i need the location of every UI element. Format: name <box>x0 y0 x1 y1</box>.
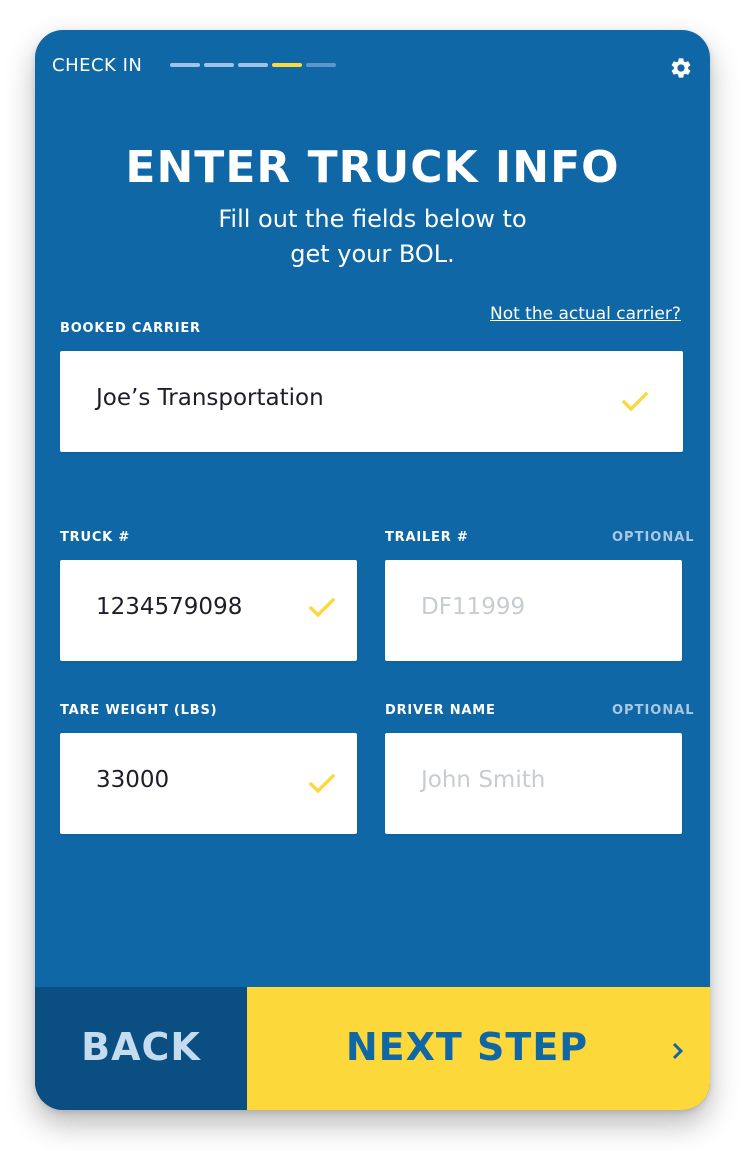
page-subtitle: Fill out the fields below to get your BO… <box>35 202 710 272</box>
next-step-button[interactable]: NEXT STEP <box>247 987 710 1110</box>
trailer-label: TRAILER # <box>385 530 469 545</box>
trailer-number-placeholder: DF11999 <box>421 594 526 620</box>
truck-label: TRUCK # <box>60 530 131 545</box>
trailer-optional-tag: OPTIONAL <box>612 530 695 545</box>
subtitle-line-1: Fill out the fields below to <box>218 205 527 233</box>
tare-weight-label: TARE WEIGHT (LBS) <box>60 703 218 718</box>
tare-weight-field[interactable]: 33000 <box>60 733 357 834</box>
truck-number-value: 1234579098 <box>96 594 243 620</box>
back-button-label: BACK <box>81 1025 201 1069</box>
driver-name-field[interactable]: John Smith <box>385 733 682 834</box>
progress-step-4 <box>272 63 302 67</box>
carrier-value: Joe’s Transportation <box>96 385 324 411</box>
truck-number-field[interactable]: 1234579098 <box>60 560 357 661</box>
top-bar: CHECK IN <box>35 30 710 102</box>
progress-step-2 <box>204 63 234 67</box>
back-button[interactable]: BACK <box>35 987 247 1110</box>
checkmark-icon <box>309 773 335 794</box>
gear-icon[interactable] <box>669 56 693 80</box>
driver-name-placeholder: John Smith <box>421 767 546 793</box>
page-title: ENTER TRUCK INFO <box>125 142 620 193</box>
progress-step-5 <box>306 63 336 67</box>
not-actual-carrier-link[interactable]: Not the actual carrier? <box>490 304 681 324</box>
driver-name-label: DRIVER NAME <box>385 703 496 718</box>
progress-step-1 <box>170 63 200 67</box>
progress-indicator <box>170 63 340 68</box>
chevron-right-icon <box>672 1042 684 1060</box>
carrier-label: BOOKED CARRIER <box>60 321 201 336</box>
header-title: CHECK IN <box>52 55 143 76</box>
footer-actions: BACK NEXT STEP <box>35 987 710 1110</box>
check-in-card: CHECK IN ENTER TRUCK INFO Fill out the f… <box>35 30 710 1110</box>
next-step-button-label: NEXT STEP <box>345 1025 589 1069</box>
trailer-number-field[interactable]: DF11999 <box>385 560 682 661</box>
tare-weight-value: 33000 <box>96 767 170 793</box>
checkmark-icon <box>622 391 648 412</box>
progress-step-3 <box>238 63 268 67</box>
carrier-field[interactable]: Joe’s Transportation <box>60 351 683 452</box>
driver-optional-tag: OPTIONAL <box>612 703 695 718</box>
subtitle-line-2: get your BOL. <box>290 240 455 268</box>
checkmark-icon <box>309 597 335 618</box>
